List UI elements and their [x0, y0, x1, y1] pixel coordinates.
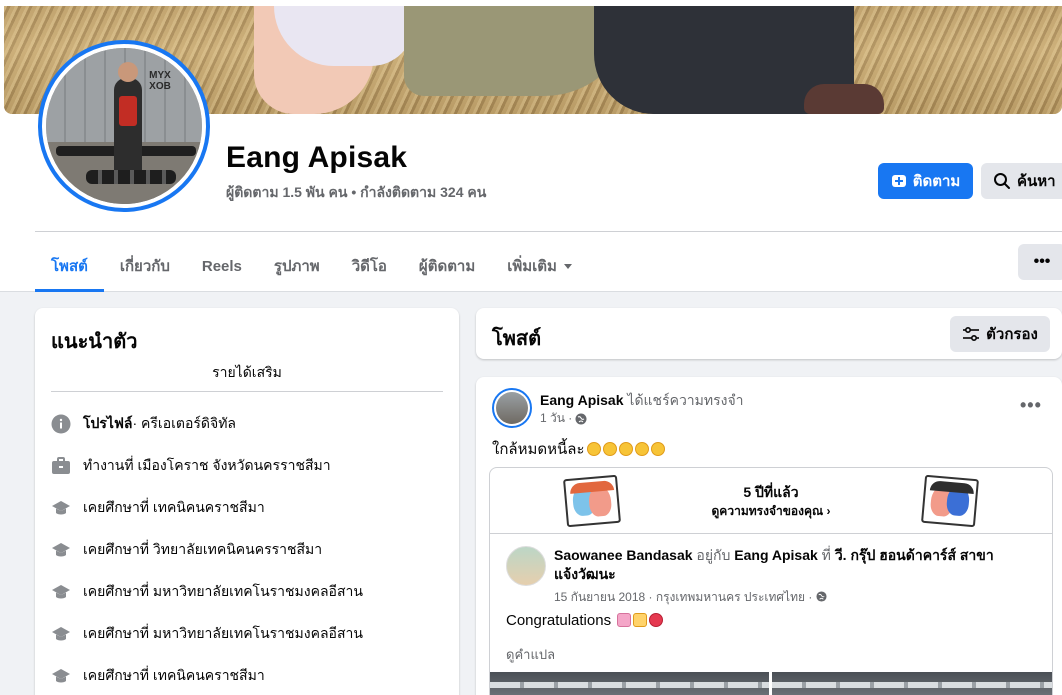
party-emoji-icon [617, 613, 632, 627]
tab-label: รูปภาพ [273, 258, 320, 275]
intro-item-text: · ครีเอเตอร์ดิจิทัล [132, 415, 237, 431]
intro-item-text: เคยศึกษาที่ เทคนิคนคราชสีมา [83, 667, 265, 683]
laughing-emoji-icon [634, 442, 649, 456]
filter-label: ตัวกรอง [986, 326, 1038, 343]
intro-bio: รายได้เสริม [212, 364, 282, 380]
friends-illustration-icon [921, 474, 979, 528]
post-action: ได้แชร์ความทรงจำ [623, 392, 744, 408]
intro-item-text: ทำงานที่ เมืองโคราช จังหวัดนครราชสีมา [83, 457, 331, 473]
more-options-button[interactable]: ••• [1018, 244, 1062, 280]
tab-followers[interactable]: ผู้ติดตาม [403, 240, 491, 292]
posts-header-card: โพสต์ ตัวกรอง [476, 308, 1062, 359]
laughing-emoji-icon [618, 442, 633, 456]
tab-about[interactable]: เกี่ยวกับ [104, 240, 186, 292]
intro-item-text: เคยศึกษาที่ มหาวิทยาลัยเทคโนราชมงคลอีสาน [83, 583, 363, 599]
memory-timestamp[interactable]: 15 กันยายน 2018 · กรุงเทพมหานคร ประเทศไท… [554, 588, 827, 607]
info-icon [51, 414, 71, 434]
see-translation-link[interactable]: ดูคำแปล [506, 644, 555, 665]
memory-author-line: Saowanee Bandasak อยู่กับ Eang Apisak ที… [554, 546, 1024, 584]
memory-text: Congratulations [506, 612, 664, 629]
laughing-emoji-icon [602, 442, 617, 456]
intro-item-education: เคยศึกษาที่ มหาวิทยาลัยเทคโนราชมงคลอีสาน [51, 580, 363, 604]
search-icon [994, 173, 1010, 189]
gym-logo: MYX XOB [149, 70, 171, 92]
graduation-cap-icon [51, 624, 71, 644]
intro-item-profile: โปรไฟล์ · ครีเอเตอร์ดิจิทัล [51, 412, 236, 436]
filter-icon [963, 326, 980, 342]
intro-item-text: เคยศึกษาที่ มหาวิทยาลัยเทคโนราชมงคลอีสาน [83, 625, 363, 641]
laughing-emoji-icon [650, 442, 665, 456]
laughing-emoji-icon [586, 442, 601, 456]
follow-icon [891, 175, 906, 187]
intro-title: แนะนำตัว [51, 331, 138, 353]
post-timestamp[interactable]: 1 วัน · [540, 409, 587, 428]
filter-button[interactable]: ตัวกรอง [950, 316, 1050, 352]
posts-title: โพสต์ [492, 328, 542, 350]
tab-photos[interactable]: รูปภาพ [258, 240, 336, 292]
memory-card[interactable]: 5 ปีที่แล้ว ดูความทรงจำของคุณ › Saowanee… [489, 467, 1053, 695]
memory-author-avatar[interactable] [506, 546, 546, 586]
tab-label: วิดีโอ [351, 258, 387, 275]
briefcase-icon [51, 456, 71, 476]
graduation-cap-icon [51, 498, 71, 518]
globe-icon [575, 413, 587, 424]
memory-photo[interactable] [490, 672, 769, 695]
graduation-cap-icon [51, 540, 71, 560]
tab-posts[interactable]: โพสต์ [35, 240, 104, 292]
memory-at-text: ที่ [817, 547, 835, 563]
memory-author-name[interactable]: Saowanee Bandasak [554, 547, 693, 563]
memory-banner: 5 ปีที่แล้ว ดูความทรงจำของคุณ › [490, 468, 1052, 534]
header-divider [35, 231, 1062, 232]
post-author-name[interactable]: Eang Apisak [540, 392, 624, 408]
search-button[interactable]: ค้นหา [981, 163, 1062, 199]
post-options-button[interactable]: ••• [1020, 395, 1042, 416]
intro-item-bold: โปรไฟล์ [83, 415, 133, 431]
graduation-cap-icon [51, 666, 71, 686]
memory-with-name[interactable]: Eang Apisak [734, 547, 818, 563]
intro-item-education: เคยศึกษาที่ มหาวิทยาลัยเทคโนราชมงคลอีสาน [51, 622, 363, 646]
memory-with-text: อยู่กับ [692, 547, 735, 563]
caret-down-icon [563, 264, 572, 269]
post-time-text: 1 วัน · [540, 411, 573, 425]
tab-more[interactable]: เพิ่มเติม [491, 240, 591, 292]
post-card: Eang Apisak ได้แชร์ความทรงจำ 1 วัน · •••… [476, 377, 1062, 695]
tab-label: ผู้ติดตาม [418, 258, 476, 275]
globe-icon [816, 591, 827, 602]
tab-label: Reels [201, 257, 242, 275]
memory-photo[interactable] [772, 672, 1052, 695]
tab-videos[interactable]: วิดีโอ [336, 240, 403, 292]
intro-item-education: เคยศึกษาที่ วิทยาลัยเทคนิคนครราชสีมา [51, 538, 322, 562]
profile-name: Eang Apisak [226, 141, 408, 174]
follow-label: ติดตาม [912, 173, 961, 190]
search-label: ค้นหา [1017, 173, 1056, 190]
post-author-avatar[interactable] [492, 388, 532, 428]
memory-time-text: 15 กันยายน 2018 · กรุงเทพมหานคร ประเทศไท… [554, 590, 813, 604]
tab-reels[interactable]: Reels [186, 240, 258, 292]
profile-tabs: โพสต์ เกี่ยวกับ Reels รูปภาพ วิดีโอ ผู้ต… [35, 240, 591, 292]
confetti-emoji-icon [633, 613, 648, 627]
memory-text-content: Congratulations [506, 612, 612, 629]
intro-item-education: เคยศึกษาที่ เทคนิคนคราชสีมา [51, 664, 265, 688]
graduation-cap-icon [51, 582, 71, 602]
intro-divider [51, 391, 443, 392]
intro-item-text: เคยศึกษาที่ วิทยาลัยเทคนิคนครราชสีมา [83, 541, 323, 557]
tab-label: เกี่ยวกับ [119, 258, 170, 275]
profile-stats[interactable]: ผู้ติดตาม 1.5 พัน คน • กำลังติดตาม 324 ค… [226, 182, 486, 204]
profile-header: MYX XOB Eang Apisak ผู้ติดตาม 1.5 พัน คน… [0, 0, 1062, 292]
intro-item-work: ทำงานที่ เมืองโคราช จังหวัดนครราชสีมา [51, 454, 331, 478]
tab-label: โพสต์ [51, 258, 88, 275]
profile-avatar[interactable]: MYX XOB [38, 40, 210, 212]
intro-item-education: เคยศึกษาที่ เทคนิคนคราชสีมา [51, 496, 265, 520]
intro-item-text: เคยศึกษาที่ เทคนิคนคราชสีมา [83, 499, 265, 515]
post-text: ใกล้หมดหนี้ละ [492, 437, 665, 461]
follow-button[interactable]: ติดตาม [878, 163, 973, 199]
tab-label: เพิ่มเติม [507, 258, 557, 275]
intro-card: แนะนำตัว รายได้เสริม โปรไฟล์ · ครีเอเตอร… [35, 308, 459, 695]
balloon-emoji-icon [649, 613, 664, 627]
post-text-content: ใกล้หมดหนี้ละ [492, 441, 585, 458]
